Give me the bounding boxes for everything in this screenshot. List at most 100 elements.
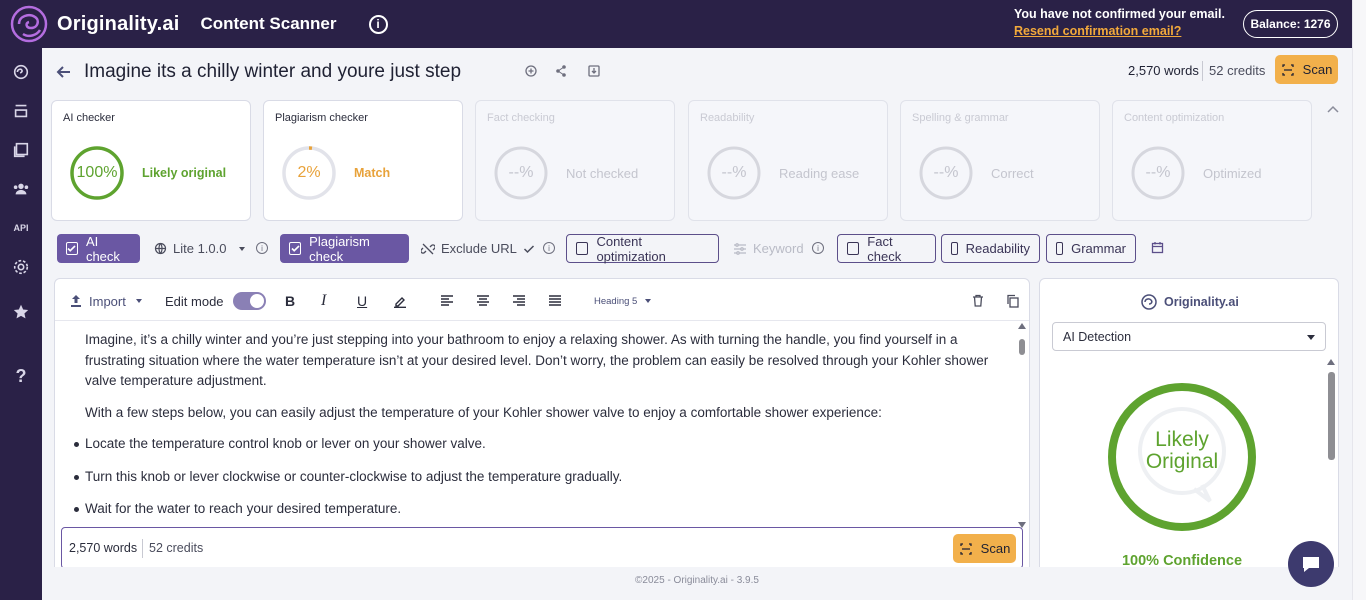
- word-count: 2,570 words: [1128, 63, 1199, 78]
- brain-logo-icon: [10, 5, 48, 43]
- editor-scrollbar[interactable]: [1017, 323, 1027, 528]
- exclude-url-button[interactable]: Exclude URL: [421, 241, 535, 256]
- heading-select[interactable]: Heading 5: [594, 293, 652, 309]
- readability-toggle[interactable]: Readability: [941, 234, 1040, 263]
- scan-button[interactable]: Scan: [1275, 55, 1338, 84]
- import-button[interactable]: Import: [69, 293, 142, 309]
- chevron-down-icon: [645, 299, 652, 303]
- card-ai-checker[interactable]: AI checker 100% Likely original: [51, 100, 251, 221]
- scrollbar-thumb[interactable]: [1328, 372, 1335, 460]
- align-right-icon[interactable]: [512, 293, 526, 309]
- nav-team-icon[interactable]: [11, 179, 31, 199]
- brand-name: Originality.ai: [57, 12, 180, 35]
- copy-icon[interactable]: [1006, 293, 1020, 309]
- checkbox-icon: [1056, 242, 1064, 255]
- footer-credit-count: 52 credits: [149, 541, 204, 555]
- chevron-down-icon: [1307, 335, 1315, 340]
- fact-check-label: Fact check: [867, 233, 902, 264]
- fact-check-toggle[interactable]: Fact check: [837, 233, 936, 264]
- underline-icon[interactable]: U: [357, 293, 367, 309]
- plagiarism-check-label: Plagiarism check: [309, 233, 370, 264]
- keyword-button[interactable]: Keyword: [733, 241, 804, 256]
- model-info-icon[interactable]: i: [256, 242, 268, 254]
- fact-score-status: Not checked: [566, 166, 639, 181]
- editor-paragraph[interactable]: Imagine, it’s a chilly winter and you’re…: [85, 330, 1013, 392]
- card-plagiarism-checker[interactable]: Plagiarism checker 2% Match: [263, 100, 463, 221]
- credit-count: 52 credits: [1209, 63, 1266, 78]
- list-item[interactable]: Wait for the water to reach your desired…: [74, 499, 1013, 520]
- list-item[interactable]: Turn this knob or lever clockwise or cou…: [74, 467, 1013, 488]
- card-title: Plagiarism checker: [275, 112, 368, 124]
- bold-icon[interactable]: B: [285, 293, 295, 309]
- nav-settings-icon[interactable]: [11, 257, 31, 277]
- download-report-icon[interactable]: [587, 64, 601, 78]
- detection-type-select[interactable]: AI Detection: [1052, 322, 1326, 351]
- nav-library-icon[interactable]: [11, 140, 31, 160]
- brand-logo[interactable]: Originality.ai: [9, 4, 179, 44]
- highlight-icon[interactable]: [393, 293, 407, 309]
- editor-content[interactable]: Imagine, it’s a chilly winter and you’re…: [69, 330, 1013, 532]
- card-spelling-grammar[interactable]: Spelling & grammar --% Correct: [900, 100, 1100, 221]
- share-icon[interactable]: [554, 64, 568, 78]
- info-icon[interactable]: i: [368, 14, 388, 34]
- card-fact-checking[interactable]: Fact checking --% Not checked: [475, 100, 675, 221]
- align-center-icon[interactable]: [476, 293, 490, 309]
- edit-mode-toggle[interactable]: Edit mode: [165, 292, 266, 310]
- ai-check-toggle[interactable]: AI check: [57, 234, 140, 264]
- grammar-score-status: Correct: [991, 166, 1034, 181]
- footer-scan-label: Scan: [980, 541, 1011, 556]
- grammar-toggle[interactable]: Grammar: [1046, 234, 1136, 263]
- chevron-up-icon[interactable]: [1326, 104, 1340, 114]
- list-item[interactable]: Locate the temperature control knob or l…: [74, 434, 1013, 455]
- keyword-info-icon[interactable]: i: [812, 242, 824, 254]
- page-scrollbar[interactable]: [1352, 0, 1366, 600]
- balance-badge[interactable]: Balance: 1276: [1243, 10, 1338, 38]
- result-line-1: Likely: [1155, 428, 1209, 451]
- nav-api-icon[interactable]: API: [11, 218, 31, 238]
- results-panel: Originality.ai AI Detection Likely Origi…: [1039, 278, 1339, 578]
- checkbox-icon: [951, 242, 958, 255]
- document-title[interactable]: Imagine its a chilly winter and youre ju…: [84, 61, 461, 83]
- calendar-icon[interactable]: [1151, 241, 1164, 254]
- grammar-label: Grammar: [1071, 241, 1126, 256]
- checkbox-icon: [847, 242, 860, 255]
- card-readability[interactable]: Readability --% Reading ease: [688, 100, 888, 221]
- footer-scan-button[interactable]: Scan: [953, 534, 1016, 563]
- detection-type-value: AI Detection: [1063, 330, 1132, 344]
- nav-scans-icon[interactable]: [11, 101, 31, 121]
- card-title: Readability: [700, 112, 755, 124]
- back-arrow-icon[interactable]: [55, 63, 73, 81]
- keyword-label: Keyword: [753, 241, 804, 256]
- editor-paragraph[interactable]: With a few steps below, you can easily a…: [85, 403, 1013, 424]
- chat-support-button[interactable]: [1288, 541, 1334, 587]
- align-left-icon[interactable]: [440, 293, 454, 309]
- scroll-up-icon[interactable]: [1018, 323, 1026, 329]
- checkbox-icon: [576, 242, 589, 255]
- resend-confirmation-link[interactable]: Resend confirmation email?: [1014, 24, 1225, 38]
- italic-icon[interactable]: I: [321, 292, 326, 309]
- exclude-url-info-icon[interactable]: i: [543, 242, 555, 254]
- trash-icon[interactable]: [971, 293, 985, 309]
- content-optimization-toggle[interactable]: Content optimization: [566, 233, 719, 264]
- card-content-optimization[interactable]: Content optimization --% Optimized: [1112, 100, 1312, 221]
- check-icon: [523, 244, 534, 253]
- align-justify-icon[interactable]: [548, 293, 562, 309]
- toggle-switch[interactable]: [232, 292, 266, 310]
- fact-score-value: --%: [508, 164, 534, 181]
- top-bar: Originality.ai Content Scanner i You hav…: [0, 0, 1352, 48]
- nav-ai-scan-icon[interactable]: [11, 62, 31, 82]
- optimization-score-value: --%: [1145, 164, 1171, 181]
- result-label: Likely Original: [1106, 429, 1258, 473]
- panel-scrollbar[interactable]: [1325, 357, 1337, 577]
- scroll-up-icon[interactable]: [1327, 359, 1335, 365]
- editor-footer: 2,570 words 52 credits Scan: [61, 527, 1023, 569]
- text-editor[interactable]: Import Edit mode B I U Heading 5 Imagine…: [54, 278, 1030, 578]
- scrollbar-thumb[interactable]: [1019, 339, 1025, 355]
- content-optimization-label: Content optimization: [596, 233, 666, 264]
- plagiarism-check-toggle[interactable]: Plagiarism check: [280, 233, 409, 264]
- chevron-down-icon: [135, 299, 142, 303]
- nav-help-icon[interactable]: ?: [11, 366, 31, 386]
- model-select[interactable]: Lite 1.0.0: [154, 241, 245, 256]
- add-icon[interactable]: [524, 64, 538, 78]
- nav-favorites-icon[interactable]: [11, 302, 31, 322]
